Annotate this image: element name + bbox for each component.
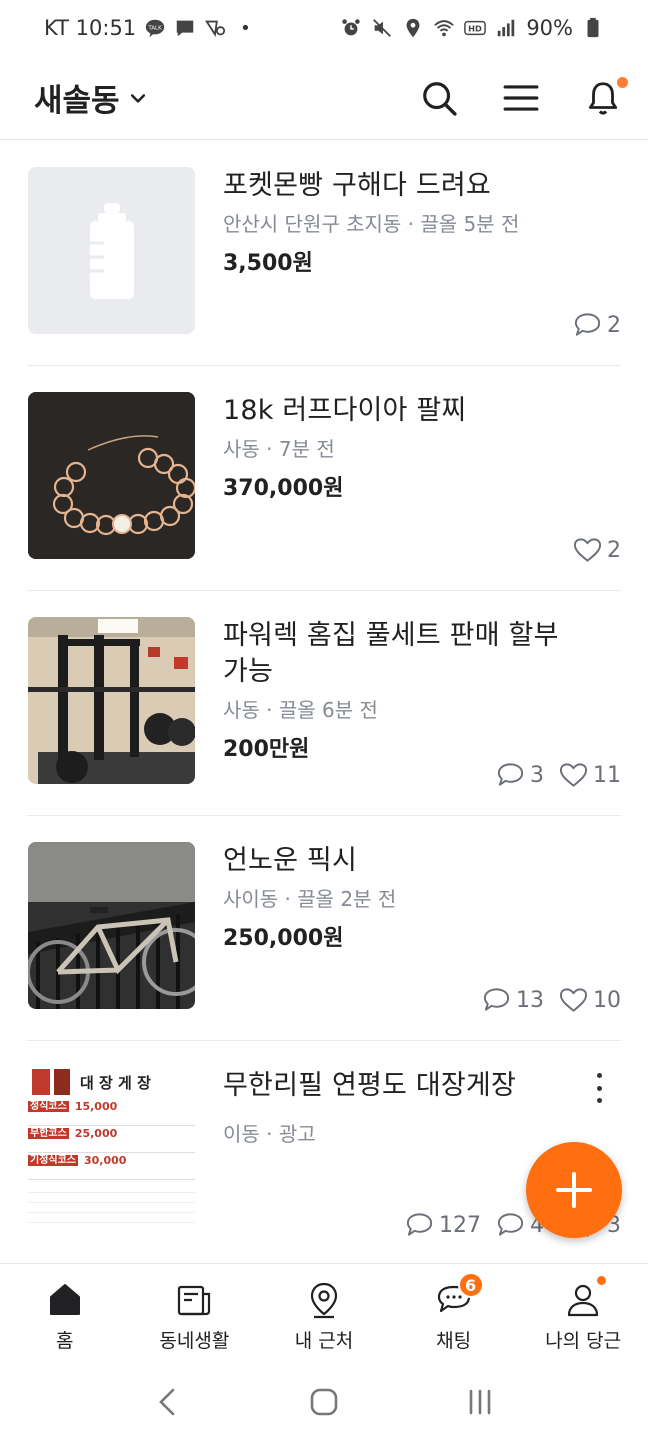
- item-title: 파워렉 홈집 풀세트 판매 할부 가능: [223, 620, 559, 687]
- heart-icon: [559, 763, 588, 787]
- item-price: 3,500원: [223, 251, 313, 276]
- chat-bubble-icon: [497, 1213, 524, 1236]
- status-dot: •: [240, 17, 251, 39]
- item-price: 200만원: [223, 737, 310, 762]
- item-meta: 사이동 · 끌올 2분 전: [223, 887, 397, 911]
- chat-badge: 6: [457, 1272, 484, 1298]
- list-item[interactable]: 포켓몬빵 구해다 드려요 안산시 단원구 초지동 · 끌올 5분 전 3,500…: [27, 141, 621, 366]
- list-item[interactable]: 언노운 픽시 사이동 · 끌올 2분 전 250,000원 13 10: [27, 816, 621, 1041]
- search-icon: [423, 81, 457, 116]
- search-button[interactable]: [418, 77, 460, 119]
- talk-icon: TALK: [144, 17, 166, 39]
- notification-dot: [617, 76, 628, 88]
- item-title: 포켓몬빵 구해다 드려요: [223, 170, 491, 201]
- location-pin-icon: [310, 1282, 338, 1319]
- nav-my-page[interactable]: 나의 당근: [518, 1264, 648, 1363]
- chat-bubble-icon: [406, 1213, 433, 1236]
- menu-icon: [503, 84, 539, 111]
- home-circle-icon[interactable]: [307, 1385, 341, 1419]
- notification-button[interactable]: [582, 76, 628, 119]
- like-count: 2: [572, 536, 621, 564]
- list-item[interactable]: 파워렉 홈집 풀세트 판매 할부 가능 사동 · 끌올 6분 전 200만원 3…: [27, 591, 621, 816]
- signal-icon: [495, 17, 517, 39]
- chevron-down-icon: [128, 80, 148, 116]
- item-title: 무한리필 연평도 대장게장: [223, 1070, 517, 1101]
- home-icon: [49, 1284, 80, 1315]
- mute-icon: [371, 17, 393, 39]
- plus-icon: [556, 1172, 592, 1208]
- status-bar: KT 10:51 TALK • HD 90%: [0, 0, 648, 56]
- news-icon: [178, 1285, 211, 1316]
- hd-icon: HD: [464, 17, 487, 39]
- item-meta: 사동 · 끌올 6분 전: [223, 698, 378, 722]
- location-label: 새솔동: [34, 83, 120, 119]
- wifi-icon: [433, 17, 455, 39]
- bracelet-thumbnail: [28, 392, 195, 559]
- heart-icon: [559, 988, 588, 1012]
- message-icon: [174, 17, 196, 39]
- nav-nearby[interactable]: 내 근처: [259, 1264, 389, 1363]
- like-count: 11: [558, 761, 621, 789]
- menu-button[interactable]: [500, 77, 542, 119]
- bottle-icon: [89, 202, 134, 299]
- item-meta: 사동 · 7분 전: [223, 437, 335, 461]
- item-title: 18k 러프다이아 팔찌: [223, 395, 467, 426]
- svg-text:HD: HD: [468, 24, 482, 34]
- like-count: 10: [558, 986, 621, 1014]
- battery-icon: [582, 17, 604, 39]
- comment-count: 127: [404, 1211, 481, 1239]
- battery-percent: 90%: [526, 16, 573, 40]
- nav-home[interactable]: 홈: [0, 1264, 130, 1363]
- chat-count: 13: [481, 986, 544, 1014]
- back-icon[interactable]: [151, 1385, 185, 1419]
- item-price: 250,000원: [223, 926, 344, 951]
- my-page-dot: [597, 1276, 607, 1285]
- list-item[interactable]: 18k 러프다이아 팔찌 사동 · 7분 전 370,000원 2: [27, 366, 621, 591]
- nav-community[interactable]: 동네생활: [130, 1264, 260, 1363]
- location-icon: [402, 17, 424, 39]
- heart-icon: [573, 538, 602, 562]
- vibrate-alarm-icon: [204, 17, 226, 39]
- recents-icon[interactable]: [463, 1385, 497, 1419]
- chat-count: 2: [572, 311, 621, 339]
- carrier-time: KT 10:51: [44, 16, 137, 40]
- alarm-icon: [340, 17, 362, 39]
- placeholder-thumbnail: [28, 167, 195, 334]
- write-post-button[interactable]: [526, 1142, 622, 1238]
- ad-thumbnail: 대 장 게 장 정식코스 15,000 무한코스 25,000 기정식코스 30,00…: [28, 1067, 195, 1234]
- more-options-button[interactable]: [589, 1073, 609, 1103]
- item-meta: 안산시 단원구 초지동 · 끌올 5분 전: [223, 212, 520, 236]
- location-selector[interactable]: 새솔동: [34, 75, 148, 120]
- home-gym-thumbnail: [28, 617, 195, 784]
- chat-count: 3: [495, 761, 544, 789]
- chat-bubble-icon: [497, 763, 524, 786]
- chat-bubble-icon: [483, 988, 510, 1011]
- chat-bubble-icon: [574, 313, 601, 336]
- nav-chat[interactable]: 6 채팅: [389, 1264, 519, 1363]
- app-header: 새솔동: [0, 56, 648, 140]
- product-feed[interactable]: 포켓몬빵 구해다 드려요 안산시 단원구 초지동 · 끌올 5분 전 3,500…: [0, 141, 648, 1266]
- svg-text:TALK: TALK: [147, 25, 162, 31]
- bottom-navigation: 홈 동네생활 내 근처 6 채팅 나의 당근: [0, 1263, 648, 1363]
- system-navigation: [0, 1364, 648, 1440]
- list-item-ad[interactable]: 대 장 게 장 정식코스 15,000 무한코스 25,000 기정식코스 30,00…: [27, 1041, 621, 1266]
- ad-heading: 대 장 게 장: [80, 1073, 151, 1092]
- item-title: 언노운 픽시: [223, 845, 357, 876]
- person-icon: [568, 1284, 599, 1317]
- bicycle-thumbnail: [28, 842, 195, 1009]
- item-price: 370,000원: [223, 476, 344, 501]
